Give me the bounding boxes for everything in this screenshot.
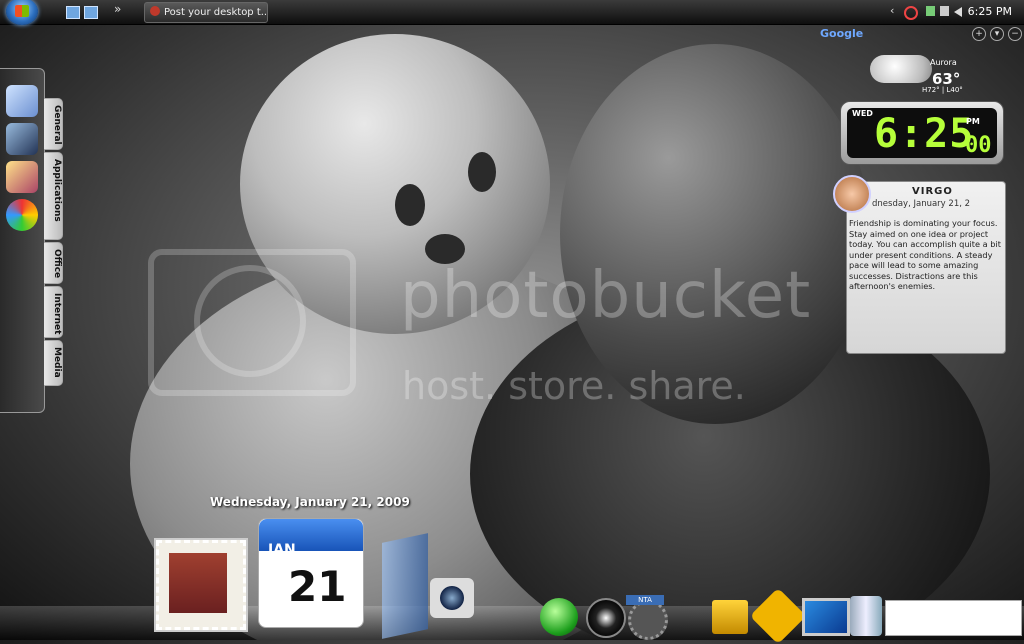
calculator-icon[interactable] [6,85,38,117]
clock-seconds: 00 [965,133,992,158]
taskbar-window-title: Post your desktop t... [164,7,268,18]
dock-search-box[interactable] [885,600,1022,636]
camera-icon[interactable] [430,578,474,618]
sidebar-minimize-button[interactable]: − [1008,27,1022,41]
green-orb-icon[interactable] [540,598,578,636]
start-button[interactable] [6,0,38,25]
recycle-bin-icon[interactable] [850,596,882,636]
wallpaper-eye [468,152,496,192]
show-desktop-icon[interactable] [66,6,80,19]
clock-day: WED [852,109,873,118]
dock-badge: NTA [626,595,664,605]
tray-volume-icon[interactable] [954,7,962,17]
watermark-text: photobucket [400,259,812,333]
taskbar: » Post your desktop t... ‹ 6:25 PM [0,0,1024,25]
mail-stamp-icon[interactable] [156,540,246,630]
weather-cloud-icon [870,55,932,83]
horoscope-date: dnesday, January 21, 2 [872,199,971,209]
switch-windows-icon[interactable] [84,6,98,19]
archive-icon[interactable] [712,600,748,634]
google-logo[interactable]: Google [820,27,863,40]
tab-applications[interactable]: Applications [44,152,63,240]
horoscope-sign: VIRGO [912,186,953,197]
left-launcher-dock [0,68,45,413]
taskbar-window-button[interactable]: Post your desktop t... [144,2,268,23]
glass-panel-icon[interactable] [382,533,428,639]
tab-general[interactable]: General [44,98,63,150]
quicklaunch-overflow-icon[interactable]: » [114,2,121,16]
tray-app-icon[interactable] [904,6,918,20]
clock-time: 6:25 [874,111,975,157]
paint-tools-icon[interactable] [6,161,38,193]
wallpaper-eye [395,184,425,226]
clock-ampm: PM [966,117,980,126]
sidebar-menu-button[interactable]: ▾ [990,27,1004,41]
media-player-icon[interactable] [586,598,626,638]
weather-high-low: H72° | L40° [922,86,963,94]
calendar-icon-month: JAN [268,542,296,558]
desktop-date: Wednesday, January 21, 2009 [210,495,410,509]
taskbar-clock[interactable]: 6:25 PM [968,5,1012,18]
tab-office[interactable]: Office [44,242,63,284]
settings-gear-icon[interactable] [628,600,668,640]
horoscope-text: Friendship is dominating your focus. Sta… [849,218,1001,291]
tab-internet[interactable]: Internet [44,286,63,338]
sidebar-add-gadget-button[interactable]: + [972,27,986,41]
system-tray: ‹ 6:25 PM [890,0,1024,24]
browser-icon [150,6,160,16]
notebook-icon[interactable] [6,123,38,155]
tab-media[interactable]: Media [44,340,63,386]
tray-expand-icon[interactable]: ‹ [890,4,894,17]
picasa-icon[interactable] [6,199,38,231]
watermark-camera-icon [148,249,356,396]
tray-safely-remove-icon[interactable] [940,6,949,16]
calendar-icon-day: 21 [288,562,347,611]
weather-city: Aurora [930,58,957,67]
tray-network-icon[interactable] [926,6,935,16]
virgo-sign-icon [833,175,871,213]
my-computer-icon[interactable] [802,598,850,636]
watermark-tagline: host. store. share. [402,364,746,408]
